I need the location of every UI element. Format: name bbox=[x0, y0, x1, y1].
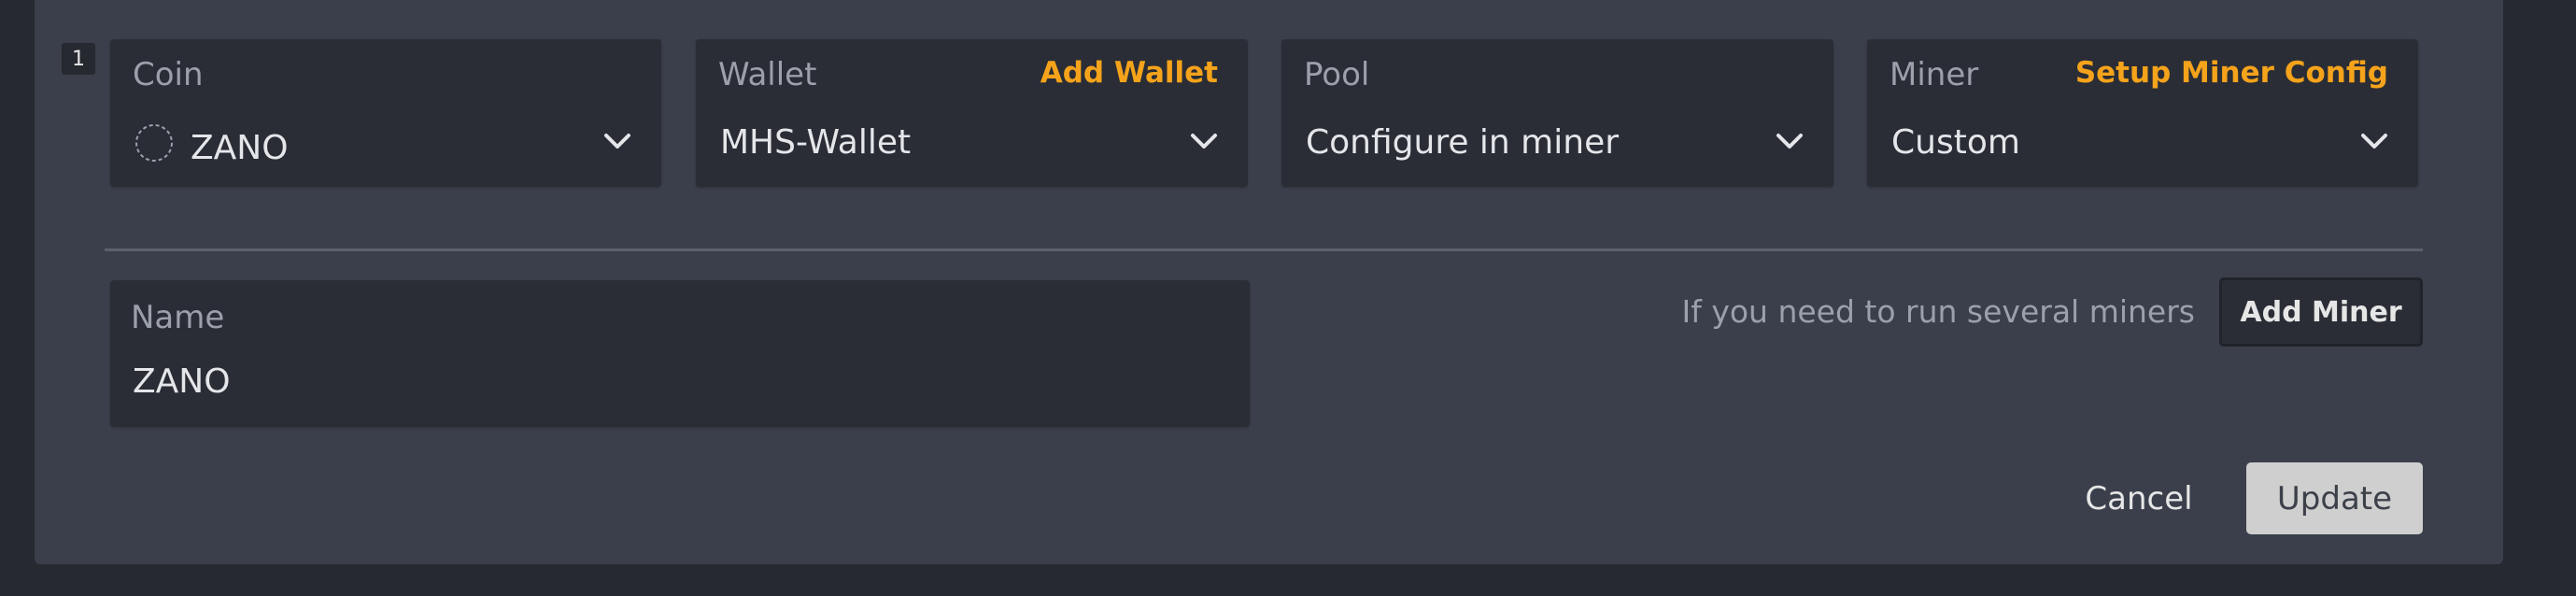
row-index-badge: 1 bbox=[62, 43, 95, 75]
chevron-down-icon bbox=[1776, 134, 1803, 149]
cancel-button[interactable]: Cancel bbox=[2070, 467, 2208, 531]
miner-label: Miner bbox=[1890, 56, 1979, 93]
miner-value: Custom bbox=[1891, 123, 2020, 162]
pool-value: Configure in miner bbox=[1306, 123, 1620, 162]
coin-placeholder-icon bbox=[135, 124, 173, 162]
several-miners-hint: If you need to run several miners bbox=[1681, 293, 2196, 330]
wallet-value: MHS-Wallet bbox=[720, 123, 912, 162]
pool-select[interactable]: Pool Configure in miner bbox=[1281, 39, 1833, 187]
chevron-down-icon bbox=[604, 134, 630, 149]
coin-select[interactable]: Coin ZANO bbox=[110, 39, 661, 187]
wallet-select[interactable]: Wallet Add Wallet MHS-Wallet bbox=[696, 39, 1248, 187]
chevron-down-icon bbox=[2361, 134, 2387, 149]
coin-label: Coin bbox=[133, 56, 204, 93]
wallet-label: Wallet bbox=[718, 56, 817, 93]
add-miner-button[interactable]: Add Miner bbox=[2219, 277, 2423, 347]
chevron-down-icon bbox=[1191, 134, 1217, 149]
name-value: ZANO bbox=[133, 362, 231, 401]
name-label: Name bbox=[131, 299, 225, 336]
name-field[interactable]: Name ZANO bbox=[110, 280, 1250, 427]
miner-select[interactable]: Miner Setup Miner Config Custom bbox=[1867, 39, 2418, 187]
coin-value: ZANO bbox=[191, 129, 289, 167]
update-button[interactable]: Update bbox=[2246, 462, 2423, 534]
add-wallet-link[interactable]: Add Wallet bbox=[1040, 56, 1218, 90]
section-divider bbox=[105, 248, 2423, 251]
setup-miner-config-link[interactable]: Setup Miner Config bbox=[2075, 56, 2388, 90]
pool-label: Pool bbox=[1304, 56, 1370, 93]
